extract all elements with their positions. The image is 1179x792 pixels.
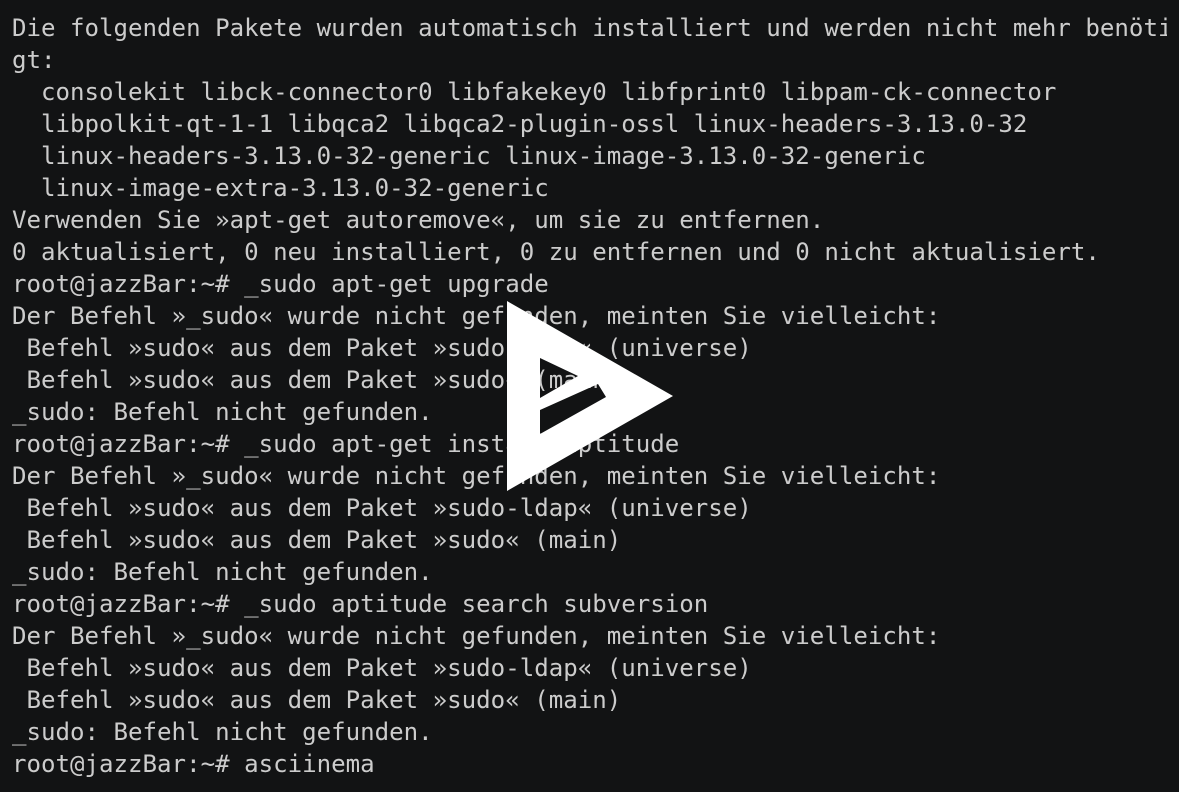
play-button[interactable] — [506, 300, 674, 492]
terminal-line: consolekit libck-connector0 libfakekey0 … — [12, 78, 1057, 106]
terminal-line: linux-image-extra-3.13.0-32-generic — [12, 174, 549, 202]
terminal-line: Befehl »sudo« aus dem Paket »sudo« (main… — [12, 686, 622, 714]
terminal-line: Die folgenden Pakete wurden automatisch … — [12, 14, 1167, 42]
terminal-line: _sudo: Befehl nicht gefunden. — [12, 558, 433, 586]
terminal-line: Befehl »sudo« aus dem Paket »sudo« (main… — [12, 526, 622, 554]
terminal-line: Verwenden Sie »apt-get autoremove«, um s… — [12, 206, 825, 234]
asciinema-play-icon — [507, 301, 673, 491]
terminal-prompt-line: root@jazzBar:~# _sudo apt-get upgrade — [12, 270, 549, 298]
terminal-line: linux-headers-3.13.0-32-generic linux-im… — [12, 142, 926, 170]
terminal-line: libpolkit-qt-1-1 libqca2 libqca2-plugin-… — [12, 110, 1028, 138]
terminal-line: Befehl »sudo« aus dem Paket »sudo-ldap« … — [12, 494, 752, 522]
terminal-line: Der Befehl »_sudo« wurde nicht gefunden,… — [12, 622, 941, 650]
terminal-line: gt: — [12, 46, 56, 74]
terminal-prompt-line: root@jazzBar:~# asciinema — [12, 750, 375, 778]
terminal-line: Befehl »sudo« aus dem Paket »sudo-ldap« … — [12, 654, 752, 682]
terminal-line: 0 aktualisiert, 0 neu installiert, 0 zu … — [12, 238, 1100, 266]
terminal-line: _sudo: Befehl nicht gefunden. — [12, 718, 433, 746]
terminal-prompt-line: root@jazzBar:~# _sudo aptitude search su… — [12, 590, 709, 618]
